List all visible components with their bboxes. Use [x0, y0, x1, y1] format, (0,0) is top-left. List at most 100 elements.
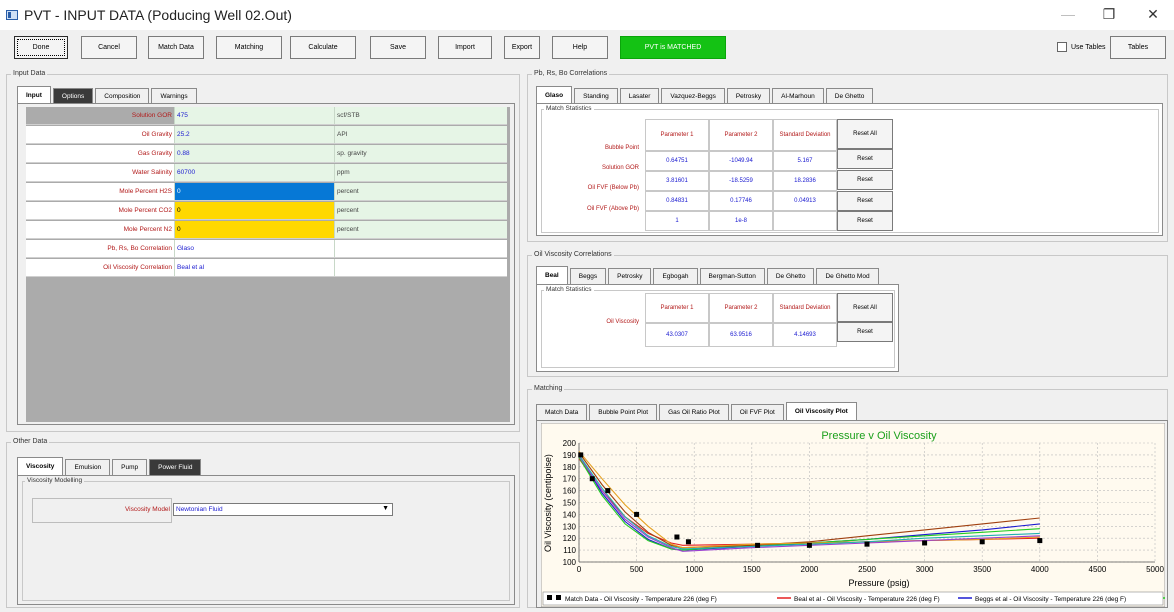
match-data-button[interactable]: Match Data [148, 36, 204, 59]
tab-oil-viscosity-plot[interactable]: Oil Viscosity Plot [785, 402, 857, 420]
tab-de-ghetto-mod[interactable]: De Ghetto Mod [816, 268, 879, 284]
save-button[interactable]: Save [370, 36, 426, 59]
match-data-point [674, 534, 680, 540]
solution-gor-p1: 3.81601 [645, 171, 709, 191]
solution-gor-field[interactable]: 475 [174, 107, 334, 124]
tab-standing[interactable]: Standing [574, 88, 618, 104]
fvf-above-p2: 1e-8 [709, 211, 773, 231]
oil-viscosity-p2: 63.9516 [709, 323, 773, 347]
tab-bubble-point-plot[interactable]: Bubble Point Plot [589, 404, 658, 420]
tab-de-ghetto-visc[interactable]: De Ghetto [766, 268, 815, 284]
minimize-icon[interactable]: — [1053, 6, 1083, 22]
toolbar: Done Cancel Match Data Matching Calculat… [6, 34, 1168, 64]
header-std-dev: Standard Deviation [773, 119, 837, 151]
reset-bubble-point-button[interactable]: Reset [837, 149, 893, 169]
reset-fvf-below-button[interactable]: Reset [837, 191, 893, 211]
bubble-point-p2: -1049.94 [709, 151, 773, 171]
visc-reset-all-button[interactable]: Reset All [837, 293, 893, 322]
row-label: Mole Percent CO2 [118, 207, 172, 214]
tab-pump[interactable]: Pump [112, 459, 148, 475]
other-data-title: Other Data [11, 438, 50, 445]
restore-icon[interactable]: ❐ [1094, 6, 1124, 23]
cancel-button[interactable]: Cancel [81, 36, 137, 59]
x-tick-label: 5000 [1146, 565, 1164, 574]
tab-power-fluid[interactable]: Power Fluid [149, 459, 202, 475]
close-icon[interactable]: ✕ [1138, 6, 1168, 23]
reset-fvf-above-button[interactable]: Reset [837, 211, 893, 231]
water-salinity-field[interactable]: 60700 [174, 164, 334, 181]
match-data-point [605, 488, 611, 494]
n2-field[interactable]: 0 [174, 221, 334, 238]
help-button[interactable]: Help [552, 36, 608, 59]
tab-glaso[interactable]: Glaso [536, 86, 573, 104]
chevron-down-icon[interactable]: ▼ [382, 505, 389, 512]
import-button[interactable]: Import [438, 36, 492, 59]
row-unit [334, 259, 507, 276]
tab-petrosky-visc[interactable]: Petrosky [608, 268, 652, 284]
row-oil-gravity: Oil Gravity 25.2 API [26, 126, 507, 144]
y-tick-label: 200 [563, 439, 577, 448]
tables-button[interactable]: Tables [1110, 36, 1166, 59]
legend: Match Data - Oil Viscosity - Temperature… [542, 591, 1165, 606]
row-label-fvf-above: Oil FVF (Above Pb) [551, 206, 643, 226]
tab-lasater[interactable]: Lasater [619, 88, 660, 104]
tab-oil-fvf-plot[interactable]: Oil FVF Plot [730, 404, 784, 420]
row-unit: API [334, 126, 507, 143]
pb-tabs: Glaso Standing Lasater Vazquez-Beggs Pet… [536, 86, 875, 104]
tab-de-ghetto[interactable]: De Ghetto [825, 88, 874, 104]
row-label-oil-viscosity: Oil Viscosity [551, 319, 643, 339]
bubble-point-p1: 0.64751 [645, 151, 709, 171]
visc-header-parameter-1: Parameter 1 [645, 293, 709, 323]
input-tabs: Input Options Composition Warnings [17, 86, 199, 104]
oil-gravity-field[interactable]: 25.2 [174, 126, 334, 143]
row-label: Pb, Rs, Bo Correlation [107, 245, 172, 252]
reset-oil-viscosity-button[interactable]: Reset [837, 322, 893, 342]
tab-warnings[interactable]: Warnings [151, 88, 197, 104]
export-button[interactable]: Export [504, 36, 540, 59]
oil-viscosity-chart[interactable]: Pressure v Oil Viscosity Pressure (psig)… [541, 423, 1165, 607]
use-tables-checkbox[interactable] [1057, 42, 1067, 52]
calculate-button[interactable]: Calculate [290, 36, 356, 59]
tab-composition[interactable]: Composition [95, 88, 150, 104]
matching-button[interactable]: Matching [216, 36, 282, 59]
x-tick-label: 1000 [685, 565, 703, 574]
visc-correlation-field[interactable]: Beal et al [174, 259, 334, 276]
reset-all-button[interactable]: Reset All [837, 119, 893, 149]
tab-viscosity[interactable]: Viscosity [17, 457, 64, 475]
header-parameter-2: Parameter 2 [709, 119, 773, 151]
y-tick-label: 180 [563, 463, 577, 472]
tab-vazquez-beggs[interactable]: Vazquez-Beggs [661, 88, 725, 104]
tab-bergman-sutton[interactable]: Bergman-Sutton [699, 268, 765, 284]
done-button[interactable]: Done [14, 36, 68, 59]
tab-al-marhoun[interactable]: Al-Marhoun [772, 88, 824, 104]
visc-match-panel: Match Statistics Parameter 1 Parameter 2… [536, 284, 899, 372]
viscosity-model-select[interactable]: Newtonian Fluid ▼ [173, 503, 393, 516]
row-n2: Mole Percent N2 0 percent [26, 221, 507, 239]
match-data-point [864, 541, 870, 547]
visc-match-title: Match Statistics [544, 286, 594, 293]
pb-correlation-field[interactable]: Glaso [174, 240, 334, 257]
h2s-field[interactable]: 0 [174, 183, 334, 200]
tab-options[interactable]: Options [52, 88, 94, 104]
legend-label: Beggs et al - Oil Viscosity - Temperatur… [975, 596, 1126, 603]
reset-solution-gor-button[interactable]: Reset [837, 170, 893, 190]
co2-field[interactable]: 0 [174, 202, 334, 219]
tab-petrosky[interactable]: Petrosky [726, 88, 771, 104]
row-co2: Mole Percent CO2 0 percent [26, 202, 507, 220]
match-data-point [589, 476, 595, 482]
match-data-point [685, 539, 691, 545]
tab-beal[interactable]: Beal [536, 266, 568, 284]
tab-egbogah[interactable]: Egbogah [653, 268, 698, 284]
tab-gas-oil-ratio-plot[interactable]: Gas Oil Ratio Plot [659, 404, 729, 420]
visc-tabs: Beal Beggs Petrosky Egbogah Bergman-Sutt… [536, 266, 881, 284]
gas-gravity-field[interactable]: 0.88 [174, 145, 334, 162]
visc-correlations-title: Oil Viscosity Correlations [532, 251, 614, 258]
match-data-point [578, 452, 584, 458]
other-tabs: Viscosity Emulsion Pump Power Fluid [17, 457, 203, 475]
tab-beggs[interactable]: Beggs [569, 268, 607, 284]
tab-emulsion[interactable]: Emulsion [65, 459, 111, 475]
row-unit: scf/STB [334, 107, 507, 124]
fvf-above-p1: 1 [645, 211, 709, 231]
tab-match-data[interactable]: Match Data [536, 404, 588, 420]
tab-input[interactable]: Input [17, 86, 51, 104]
